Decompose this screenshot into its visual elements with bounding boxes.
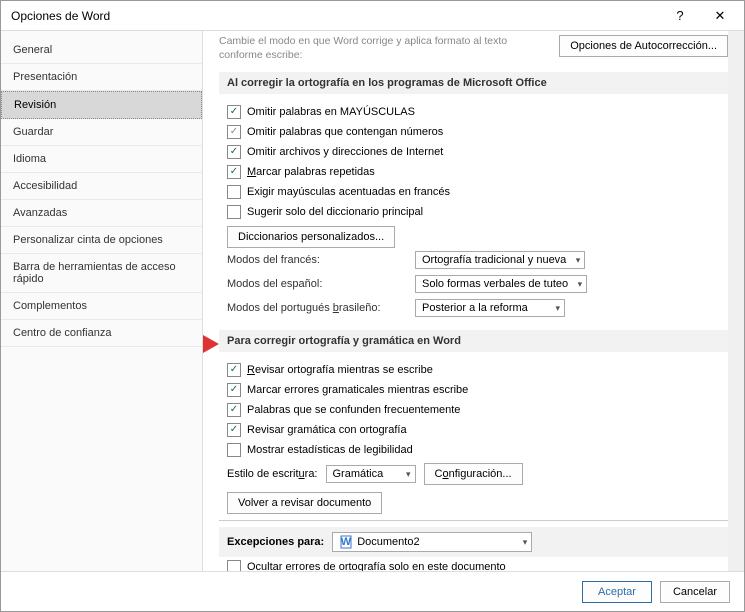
label-main-dict-only: Sugerir solo del diccionario principal (247, 206, 423, 218)
autocorrect-options-button[interactable]: Opciones de Autocorrección... (559, 35, 728, 57)
french-modes-dropdown[interactable]: Ortografía tradicional y nueva (415, 251, 585, 269)
checkbox-omit-urls[interactable] (227, 145, 241, 159)
sidebar-item-centro-confianza[interactable]: Centro de confianza (1, 320, 202, 347)
label-omit-numbers: Omitir palabras que contengan números (247, 126, 443, 138)
label-hide-spelling-errors: Ocultar errores de ortografía solo en es… (247, 561, 506, 571)
word-document-icon: W (339, 535, 353, 549)
footer: Aceptar Cancelar (1, 571, 744, 611)
label-grammar-with-spelling: Revisar gramática con ortografía (247, 424, 407, 436)
label-repeated-words: Marcar palabras repetidas (247, 166, 375, 178)
checkbox-hide-spelling-errors[interactable] (227, 560, 241, 571)
sidebar-item-presentacion[interactable]: Presentación (1, 64, 202, 91)
french-modes-label: Modos del francés: (227, 254, 407, 266)
sidebar-item-general[interactable]: General (1, 37, 202, 64)
sidebar-item-complementos[interactable]: Complementos (1, 293, 202, 320)
checkbox-omit-uppercase[interactable] (227, 105, 241, 119)
sidebar-item-revision[interactable]: Revisión (1, 91, 202, 119)
sidebar-item-idioma[interactable]: Idioma (1, 146, 202, 173)
sidebar-item-guardar[interactable]: Guardar (1, 119, 202, 146)
checkbox-readability-stats[interactable] (227, 443, 241, 457)
svg-text:W: W (341, 536, 352, 548)
checkbox-grammar-with-spelling[interactable] (227, 423, 241, 437)
writing-style-dropdown[interactable]: Gramática (326, 465, 416, 483)
spanish-modes-label: Modos del español: (227, 278, 407, 290)
section-header-spellcheck-word: Para corregir ortografía y gramática en … (219, 330, 728, 352)
label-french-uppercase: Exigir mayúsculas acentuadas en francés (247, 186, 450, 198)
cancel-button[interactable]: Cancelar (660, 581, 730, 603)
sidebar-item-accesibilidad[interactable]: Accesibilidad (1, 173, 202, 200)
label-confused-words: Palabras que se confunden frecuentemente (247, 404, 460, 416)
spanish-modes-dropdown[interactable]: Solo formas verbales de tuteo (415, 275, 587, 293)
checkbox-omit-numbers[interactable] (227, 125, 241, 139)
checkbox-confused-words[interactable] (227, 403, 241, 417)
portuguese-modes-dropdown[interactable]: Posterior a la reforma (415, 299, 565, 317)
label-mark-grammar: Marcar errores gramaticales mientras esc… (247, 384, 468, 396)
label-omit-urls: Omitir archivos y direcciones de Interne… (247, 146, 443, 158)
sidebar: General Presentación Revisión Guardar Id… (1, 31, 203, 571)
exceptions-document-dropdown[interactable]: W Documento2 (332, 532, 532, 552)
sidebar-item-personalizar-cinta[interactable]: Personalizar cinta de opciones (1, 227, 202, 254)
section-header-spellcheck-office: Al corregir la ortografía en los program… (219, 72, 728, 94)
sidebar-item-barra-herramientas[interactable]: Barra de herramientas de acceso rápido (1, 254, 202, 293)
exceptions-label: Excepciones para: (227, 536, 324, 548)
top-hint: Cambie el modo en que Word corrige y apl… (219, 35, 551, 62)
help-button[interactable]: ? (660, 2, 700, 30)
checkbox-check-spelling-typing[interactable] (227, 363, 241, 377)
portuguese-modes-label: Modos del portugués brasileño: (227, 302, 407, 314)
checkbox-repeated-words[interactable] (227, 165, 241, 179)
label-omit-uppercase: Omitir palabras en MAYÚSCULAS (247, 106, 415, 118)
close-button[interactable]: ✕ (700, 2, 740, 30)
red-arrow-icon (203, 335, 219, 353)
recheck-document-button[interactable]: Volver a revisar documento (227, 492, 382, 514)
custom-dictionaries-button[interactable]: Diccionarios personalizados... (227, 226, 395, 248)
scrollbar[interactable] (728, 31, 744, 571)
label-readability-stats: Mostrar estadísticas de legibilidad (247, 444, 413, 456)
window-title: Opciones de Word (11, 9, 660, 23)
config-button[interactable]: Configuración... (424, 463, 523, 485)
checkbox-french-uppercase[interactable] (227, 185, 241, 199)
ok-button[interactable]: Aceptar (582, 581, 652, 603)
checkbox-main-dict-only[interactable] (227, 205, 241, 219)
titlebar: Opciones de Word ? ✕ (1, 1, 744, 31)
content-panel: Cambie el modo en que Word corrige y apl… (203, 31, 744, 571)
sidebar-item-avanzadas[interactable]: Avanzadas (1, 200, 202, 227)
checkbox-mark-grammar[interactable] (227, 383, 241, 397)
label-check-spelling-typing: Revisar ortografía mientras se escribe (247, 364, 433, 376)
writing-style-label: Estilo de escritura: (227, 468, 318, 480)
